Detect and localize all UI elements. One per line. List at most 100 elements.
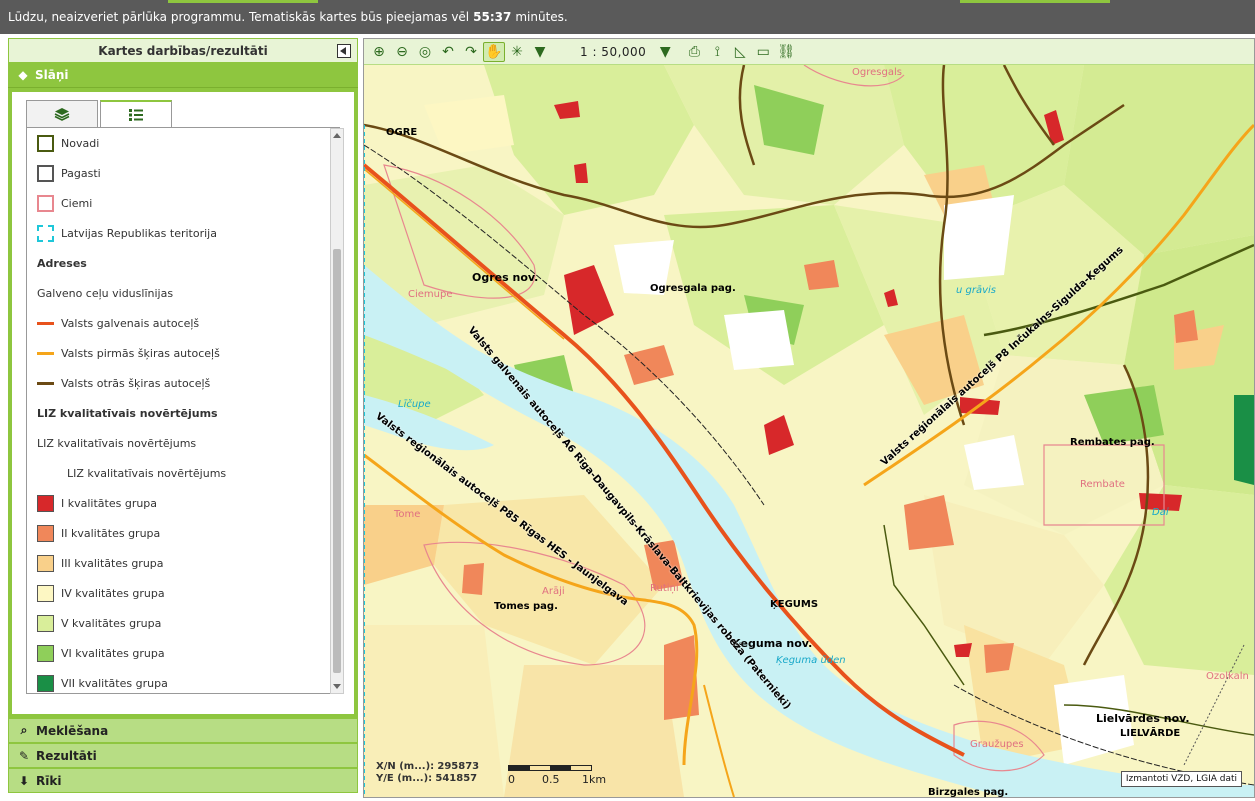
legend-swatch [37,164,54,182]
map-label-ciemupe: Ciemupe [408,289,453,300]
legend-item: Adreses [27,248,344,278]
print-icon[interactable]: ⎙ [683,42,705,62]
pin-icon: ✎ [18,748,30,763]
layers-section-header[interactable]: ◆ Slāņi [8,63,358,88]
tab-legend[interactable] [100,100,172,128]
map-svg[interactable] [364,65,1254,797]
collapse-panel-icon[interactable] [337,44,351,58]
legend-line-swatch [37,351,54,355]
banner-time: 55:37 [473,10,512,24]
legend-swatch [37,614,54,632]
layer-tabs [26,100,174,128]
map-label-rembate: Rembate [1080,479,1125,490]
legend-line-swatch [37,321,54,325]
y-value: 541857 [435,773,478,784]
legend-label: Galveno ceļu viduslīnijas [37,286,174,300]
zoom-in-icon[interactable]: ⊕ [368,42,390,62]
legend-label: V kvalitātes grupa [61,616,162,630]
tab-layers[interactable] [26,100,98,128]
map-label-lielvarde: LIELVĀRDE [1120,728,1181,739]
coordinate-readout: X/N (m...): 295873 Y/E (m...): 541857 [376,761,479,785]
scroll-thumb[interactable] [333,249,341,673]
map-canvas[interactable]: OGRE Ogresgals Ogres nov. Ogresgala pag.… [364,65,1254,797]
results-section-header[interactable]: ✎ Rezultāti [8,743,358,768]
x-label: X/N (m...): [376,761,435,772]
legend-label: Latvijas Republikas teritorija [61,226,217,240]
legend-label: VI kvalitātes grupa [61,646,165,660]
map-label-tomes-pag: Tomes pag. [494,601,558,612]
legend-item: VI kvalitātes grupa [27,638,344,668]
legend-label: Novadi [61,136,100,150]
forward-icon[interactable]: ↷ [460,42,482,62]
legend-label: LIZ kvalitatīvais novērtējums [37,436,197,450]
scale-value[interactable]: 1 : 50,000 [580,45,646,59]
legend-item: Pagasti [27,158,344,188]
legend-item: Valsts pirmās šķiras autoceļš [27,338,344,368]
scale-dropdown-icon[interactable]: ▼ [654,42,676,62]
top-accent [168,0,318,3]
map-attribution[interactable]: Izmantoti VZD, LGIA dati [1120,771,1242,787]
map-label-tome: Tome [394,509,421,520]
tools-section-label: Rīki [36,773,62,788]
legend-swatch [37,584,54,602]
scroll-up-icon[interactable] [333,133,341,138]
full-extent-icon[interactable]: ◎ [414,42,436,62]
layers-icon: ◆ [18,68,28,82]
list-icon [129,108,143,121]
map-label-dai: Dai [1152,507,1169,518]
legend-label: I kvalitātes grupa [61,496,158,510]
scale-bar: 0 0.5 1km [508,765,606,786]
legend-label: Valsts pirmās šķiras autoceļš [61,346,220,360]
map-label-licupe: Līčupe [398,399,431,410]
top-accent [960,0,1110,3]
legend-line-swatch [37,381,54,385]
link-icon[interactable]: ⛓ [775,42,797,62]
map-label-rutini: Rutiņi [650,583,679,594]
legend-item: Galveno ceļu viduslīnijas [27,278,344,308]
layers-content: Novadi Pagasti Ciemi Latvijas Republikas te… [12,92,354,714]
legend-swatch [37,674,54,692]
legend-item: LIZ kvalitatīvais novērtējums [27,458,344,488]
dropdown-icon[interactable]: ▼ [529,42,551,62]
map-label-ogre: OGRE [386,127,418,138]
map-label-rembates-pag: Rembates pag. [1070,437,1155,448]
legend-scrollbar[interactable] [330,128,344,694]
legend-swatch [37,494,54,512]
area-icon[interactable]: ◺ [729,42,751,62]
legend-item: II kvalitātes grupa [27,518,344,548]
panel-title: Kartes darbības/rezultāti [98,43,268,58]
map-frame: ⊕ ⊖ ◎ ↶ ↷ ✋ ✳ ▼ 1 : 50,000 ▼ ⎙ ⟟ ◺ ▭ ⛓ O… [363,38,1255,798]
legend-swatch [37,554,54,572]
back-icon[interactable]: ↶ [437,42,459,62]
map-label-ogresgala-pag: Ogresgala pag. [650,283,736,294]
tools-section-header[interactable]: ⬇ Rīki [8,768,358,793]
map-label-keguma-udens: Ķeguma ūden [776,655,846,666]
legend-item: Valsts otrās šķiras autoceļš [27,368,344,398]
layers-icon [54,108,70,121]
scale-bar-graphic [508,765,592,771]
legend-item: V kvalitātes grupa [27,608,344,638]
map-label-kegums: ĶEGUMS [770,599,819,610]
comment-icon[interactable]: ▭ [752,42,774,62]
search-section-header[interactable]: ⌕ Meklēšana [8,718,358,743]
map-label-ogresgals: Ogresgals [852,67,902,78]
scale-label-0: 0 [508,773,515,786]
map-toolbar: ⊕ ⊖ ◎ ↶ ↷ ✋ ✳ ▼ 1 : 50,000 ▼ ⎙ ⟟ ◺ ▭ ⛓ [364,39,1254,65]
scroll-down-icon[interactable] [333,684,341,689]
legend-swatch [37,524,54,542]
legend-item: LIZ kvalitatīvais novērtējums [27,398,344,428]
banner-text: Lūdzu, neaizveriet pārlūka programmu. Te… [8,10,470,24]
scale-label-half: 0.5 [542,773,560,786]
zoom-out-icon[interactable]: ⊖ [391,42,413,62]
legend-label: Valsts galvenais autoceļš [61,316,200,330]
legend-label: II kvalitātes grupa [61,526,161,540]
legend-swatch [37,134,54,152]
legend-label: Adreses [37,256,87,270]
legend-label: LIZ kvalitatīvais novērtējums [67,466,227,480]
map-label-lielvardes-nov: Lielvārdes nov. [1096,712,1190,725]
pan-icon[interactable]: ✋ [483,41,505,62]
legend-label: VII kvalitātes grupa [61,676,168,690]
measure-icon[interactable]: ⟟ [706,42,728,62]
legend-swatch [37,194,54,212]
select-icon[interactable]: ✳ [506,42,528,62]
